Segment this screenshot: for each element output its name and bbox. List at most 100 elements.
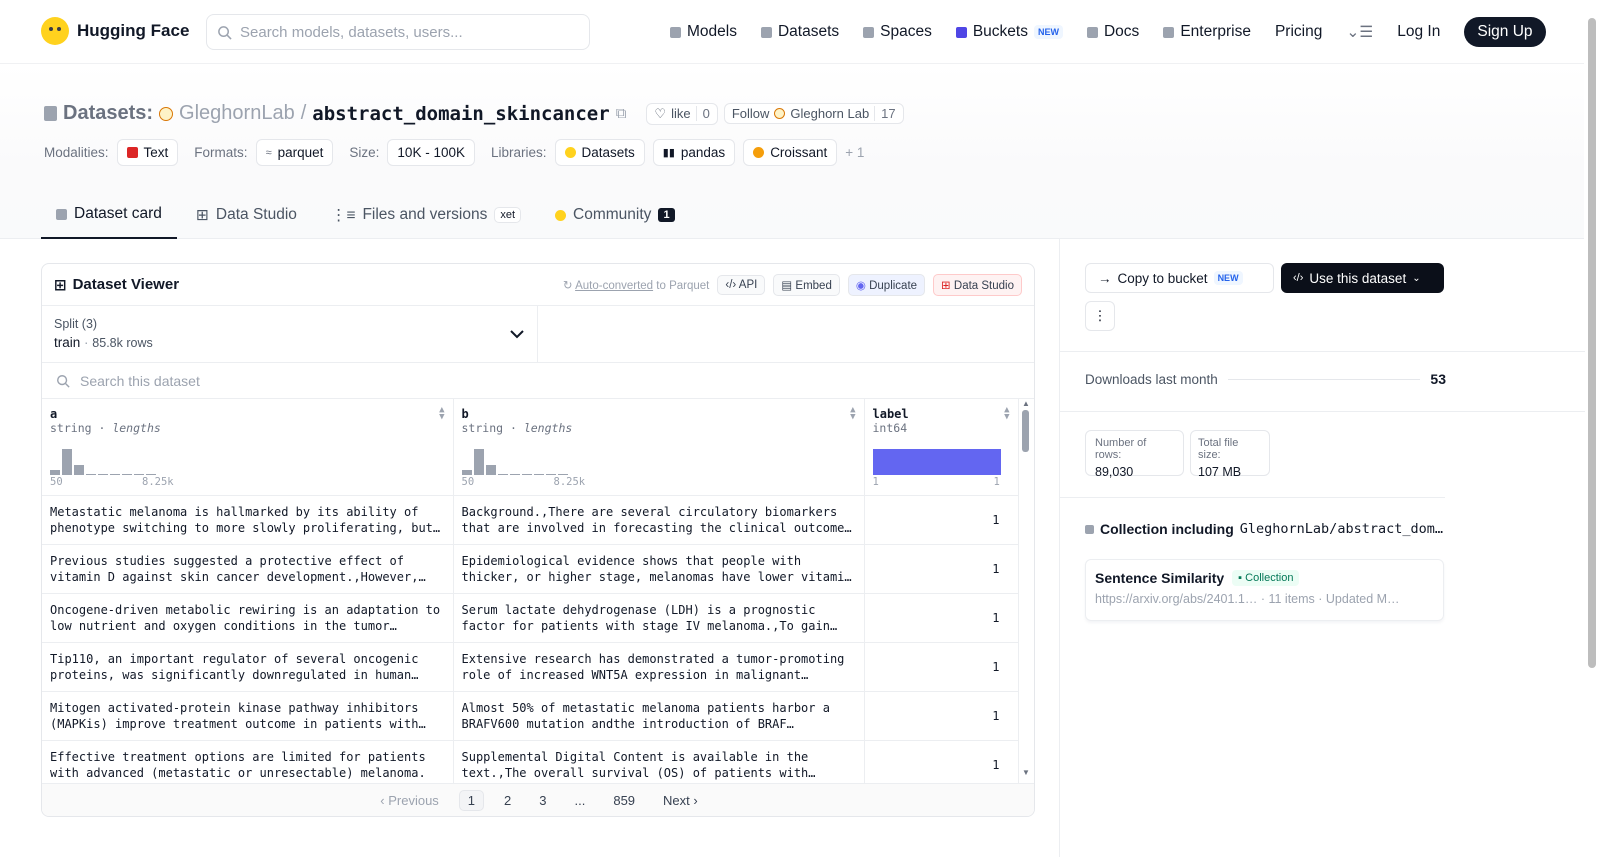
table-row[interactable]: Oncogene-driven metabolic rewiring is an… (42, 593, 1019, 643)
cell-a[interactable]: Effective treatment options are limited … (42, 740, 454, 790)
cell-b[interactable]: Extensive research has demonstrated a tu… (453, 642, 865, 692)
cell-label[interactable]: 1 (864, 642, 1019, 692)
auto-converted-link[interactable]: Auto-converted (575, 280, 653, 292)
cell-label[interactable]: 1 (864, 544, 1019, 594)
collection-card[interactable]: Sentence Similarity ▪ Collection https://… (1085, 559, 1444, 621)
column-histogram[interactable] (872, 449, 1001, 475)
repo-owner-link[interactable]: GleghornLab (179, 102, 295, 125)
column-type: string · lengths (50, 421, 161, 435)
auto-converted-note: ↻ Auto-converted to Parquet (563, 278, 709, 292)
tag-label: Croissant (770, 145, 828, 160)
table-row[interactable]: Tip110, an important regulator of severa… (42, 642, 1019, 692)
modality-tag[interactable]: Text (116, 139, 179, 166)
cell-b[interactable]: Almost 50% of metastatic melanoma patien… (453, 691, 865, 741)
cell-a[interactable]: Previous studies suggested a protective … (42, 544, 454, 594)
page-button[interactable]: 859 (605, 791, 643, 810)
split-select[interactable]: Split (3) train · 85.8k rows (42, 306, 538, 362)
table-row[interactable]: Previous studies suggested a protective … (42, 544, 1019, 594)
nav-pricing[interactable]: Pricing (1275, 23, 1322, 41)
tag-label: pandas (680, 145, 726, 160)
cell-label[interactable]: 1 (864, 691, 1019, 741)
downloads-stat: Downloads last month 53 (1085, 371, 1446, 387)
cell-b[interactable]: Background.,There are several circulator… (453, 495, 865, 545)
more-libraries[interactable]: + 1 (845, 145, 864, 160)
repo-separator: / (300, 102, 307, 124)
more-options-button[interactable]: ⋮ (1085, 301, 1115, 331)
histogram-bar (485, 464, 496, 475)
like-button[interactable]: ♡ like 0 (646, 102, 718, 125)
api-label: API (738, 278, 758, 291)
table-row[interactable]: Mitogen activated-protein kinase pathway… (42, 691, 1019, 741)
column-header-label[interactable]: label int64 ▲ ▼ 1 1 (864, 399, 1019, 496)
cell-a[interactable]: Mitogen activated-protein kinase pathway… (42, 691, 454, 741)
column-header-a[interactable]: a string · lengths ▲ ▼ 50 8.25k (42, 399, 454, 496)
data-studio-button[interactable]: ⊞ Data Studio (933, 273, 1022, 296)
nav-docs[interactable]: Docs (1086, 23, 1139, 41)
copy-to-bucket-button[interactable]: → Copy to bucket NEW (1085, 263, 1274, 293)
page-button[interactable]: 1 (458, 789, 485, 811)
org-avatar (159, 106, 174, 121)
api-button[interactable]: ‹/› API (717, 274, 766, 295)
format-tag[interactable]: ≈ parquet (255, 139, 334, 166)
embed-button[interactable]: ▤ Embed (773, 273, 840, 296)
tab-files-and-versions[interactable]: ⋮≡ Files and versions xet (316, 191, 536, 239)
dataset-search-input[interactable]: Search this dataset (42, 363, 1034, 399)
more-menu-button[interactable]: ⌄☰ (1346, 23, 1373, 42)
brand-logo[interactable]: Hugging Face (41, 17, 189, 45)
size-tag[interactable]: 10K - 100K (387, 139, 475, 166)
login-link[interactable]: Log In (1397, 23, 1440, 41)
cell-b[interactable]: Serum lactate dehydrogenase (LDH) is a p… (453, 593, 865, 643)
histogram-bar (110, 473, 120, 475)
histogram-bar (86, 473, 96, 475)
page-button[interactable]: 2 (496, 791, 519, 810)
split-label: Split (3) (54, 317, 98, 331)
sort-icon[interactable]: ▲ ▼ (439, 406, 444, 422)
cell-b[interactable]: Supplemental Digital Content is availabl… (453, 740, 865, 790)
tab-data-studio[interactable]: ⊞ Data Studio (181, 191, 312, 239)
column-histogram[interactable] (50, 449, 156, 475)
nav-buckets[interactable]: Buckets NEW (955, 23, 1063, 41)
tab-community[interactable]: Community 1 (540, 191, 690, 239)
nav-enterprise[interactable]: Enterprise (1163, 23, 1251, 41)
library-tag-croissant[interactable]: Croissant (743, 139, 838, 166)
nav-datasets[interactable]: Datasets (760, 23, 839, 41)
page-button[interactable]: 3 (531, 791, 554, 810)
cell-label[interactable]: 1 (864, 740, 1019, 790)
column-header-b[interactable]: b string · lengths ▲ ▼ 50 8.25k (453, 399, 865, 496)
cell-label[interactable]: 1 (864, 495, 1019, 545)
table-row[interactable]: Metastatic melanoma is hallmarked by its… (42, 495, 1019, 545)
tab-dataset-card[interactable]: Dataset card (41, 191, 177, 239)
next-page-button[interactable]: Next › (655, 791, 706, 810)
sort-icon[interactable]: ▲ ▼ (850, 406, 855, 422)
page-scrollbar[interactable] (1588, 18, 1596, 668)
cell-a[interactable]: Metastatic melanoma is hallmarked by its… (42, 495, 454, 545)
sort-icon[interactable]: ▲ ▼ (1004, 406, 1009, 422)
table-scrollbar[interactable]: ▲ ▼ (1022, 399, 1030, 777)
repo-name[interactable]: abstract_domain_skincancer (312, 103, 609, 125)
cell-a[interactable]: Oncogene-driven metabolic rewiring is an… (42, 593, 454, 643)
table-row[interactable]: Effective treatment options are limited … (42, 740, 1019, 790)
nav-spaces[interactable]: Spaces (863, 23, 932, 41)
library-tag-datasets[interactable]: Datasets (554, 139, 645, 166)
duplicate-label: Duplicate (869, 279, 918, 292)
cell-label[interactable]: 1 (864, 593, 1019, 643)
histogram-bar (50, 469, 60, 475)
previous-page-button[interactable]: ‹ Previous (372, 791, 447, 810)
search-input[interactable]: Search models, datasets, users... (206, 14, 590, 50)
cell-b[interactable]: Epidemiological evidence shows that peop… (453, 544, 865, 594)
duplicate-button[interactable]: ◉ Duplicate (847, 273, 926, 296)
signup-button[interactable]: Sign Up (1464, 17, 1546, 47)
follow-button[interactable]: Follow Gleghorn Lab 17 (723, 103, 904, 124)
code-icon: ‹/› (725, 278, 737, 291)
library-tag-pandas[interactable]: ▮▮ pandas (652, 139, 736, 166)
nav-models[interactable]: Models (670, 23, 737, 41)
copy-icon[interactable]: ⧉ (616, 105, 627, 122)
follow-count: 17 (874, 106, 896, 121)
column-type: string · lengths (461, 421, 573, 435)
column-histogram[interactable] (461, 449, 568, 475)
table-icon: ⊞ (195, 206, 209, 224)
cell-a[interactable]: Tip110, an important regulator of severa… (42, 642, 454, 692)
copy-label: Copy to bucket (1117, 270, 1208, 286)
text-icon (126, 147, 138, 158)
use-this-dataset-button[interactable]: ‹/› Use this dataset ⌄ (1281, 263, 1444, 293)
